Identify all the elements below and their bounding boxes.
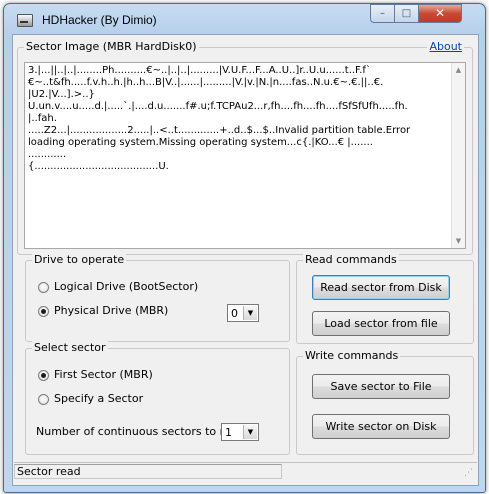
drive-group: Drive to operate Logical Drive (BootSect…: [25, 253, 290, 342]
about-link[interactable]: About: [427, 40, 464, 53]
scroll-up-icon[interactable]: ▲: [452, 63, 465, 77]
sector-image-group: Sector Image (MBR HardDisk0) About 3.|..…: [17, 40, 473, 255]
maximize-button[interactable]: □: [394, 4, 419, 23]
physical-drive-radio[interactable]: [38, 306, 49, 317]
drive-number-select[interactable]: 0 ▼: [227, 304, 259, 322]
write-sector-button[interactable]: Write sector on Disk: [312, 414, 450, 439]
write-commands-legend: Write commands: [303, 349, 401, 362]
sector-hex-textarea[interactable]: 3.|...||..|..|........Ph..........€~..|.…: [24, 62, 466, 249]
chevron-down-icon[interactable]: ▼: [243, 425, 257, 439]
sector-image-legend: Sector Image (MBR HardDisk0): [24, 40, 199, 53]
load-sector-button[interactable]: Load sector from file: [312, 311, 450, 336]
sector-content-text: 3.|...||..|..|........Ph..........€~..|.…: [28, 65, 411, 172]
logical-drive-label[interactable]: Logical Drive (BootSector): [54, 280, 198, 293]
write-commands-group: Write commands Save sector to File Write…: [296, 349, 474, 455]
drive-number-value: 0: [231, 307, 238, 320]
first-sector-label[interactable]: First Sector (MBR): [54, 368, 153, 381]
continuous-sectors-select[interactable]: 1 ▼: [221, 423, 259, 441]
close-button[interactable]: ✕: [418, 4, 462, 23]
save-sector-button[interactable]: Save sector to File: [312, 374, 450, 399]
continuous-sectors-value: 1: [225, 426, 232, 439]
logical-drive-radio[interactable]: [38, 282, 49, 293]
status-text: Sector read: [14, 464, 282, 479]
title-bar[interactable]: HDHacker (By Dimio) – □ ✕: [4, 4, 485, 34]
app-window: HDHacker (By Dimio) – □ ✕ Sector Image (…: [3, 3, 486, 493]
specify-sector-radio[interactable]: [38, 394, 49, 405]
minimize-button[interactable]: –: [370, 4, 395, 23]
first-sector-radio[interactable]: [38, 370, 49, 381]
disk-icon: [17, 14, 33, 27]
read-commands-group: Read commands Read sector from Disk Load…: [296, 253, 474, 344]
vertical-scrollbar[interactable]: ▲ ▼: [451, 63, 465, 248]
select-sector-group: Select sector First Sector (MBR) Specify…: [25, 341, 290, 455]
client-area: Sector Image (MBR HardDisk0) About 3.|..…: [12, 34, 479, 486]
continuous-sectors-label: Number of continuous sectors to read: [36, 425, 245, 438]
read-sector-button[interactable]: Read sector from Disk: [312, 275, 450, 300]
status-bar: Sector read ⋰: [14, 462, 477, 480]
specify-sector-label[interactable]: Specify a Sector: [54, 392, 143, 405]
resize-grip-icon[interactable]: ⋰: [464, 468, 475, 479]
physical-drive-label[interactable]: Physical Drive (MBR): [54, 304, 168, 317]
window-title: HDHacker (By Dimio): [42, 13, 157, 27]
drive-legend: Drive to operate: [32, 253, 127, 266]
scroll-down-icon[interactable]: ▼: [452, 234, 465, 248]
read-commands-legend: Read commands: [303, 253, 399, 266]
select-sector-legend: Select sector: [32, 341, 108, 354]
chevron-down-icon[interactable]: ▼: [243, 306, 257, 320]
